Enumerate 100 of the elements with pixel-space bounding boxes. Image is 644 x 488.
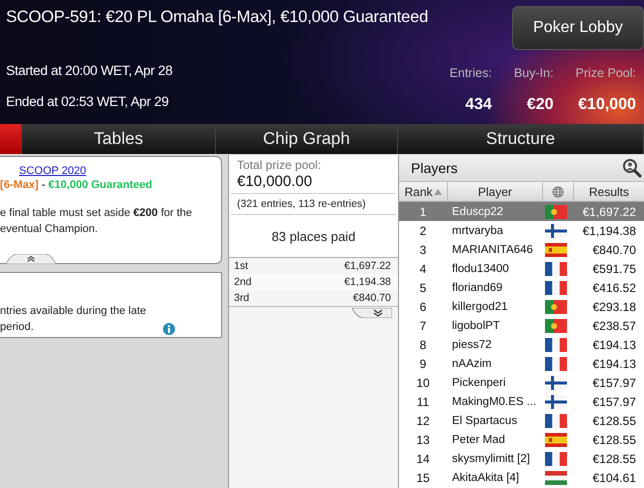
rank-cell-text: 8 <box>418 338 428 352</box>
tab[interactable]: Chip Graph <box>216 124 398 154</box>
flag-icon <box>545 280 567 294</box>
stat-label: Buy-In: <box>514 66 554 80</box>
end-time: Ended at 02:53 WET, Apr 29 <box>6 94 170 109</box>
result-cell-text: €157.97 <box>592 394 637 408</box>
start-time: Started at 20:00 WET, Apr 28 <box>6 63 174 78</box>
info-text: e final table must set aside €200 for the eventual Champion. <box>0 206 194 237</box>
flag-icon <box>545 338 567 352</box>
prize-pool-label: Total prize pool: <box>237 158 322 172</box>
player-name: Pickenperi <box>451 376 507 388</box>
player-name: flodu13400 <box>451 262 510 274</box>
player-row[interactable]: 12 El Spartacus €128.55 <box>399 411 644 430</box>
rank-cell-text: 7 <box>418 318 428 332</box>
player-name: nAAzim <box>451 358 493 370</box>
player-row[interactable]: 7 ligobolPT €238.57 <box>399 316 644 335</box>
prize-amount: €1,194.38 <box>344 276 391 288</box>
player-row[interactable]: 6 killergod21 €293.18 <box>399 297 644 316</box>
player-name: Peter Mad <box>451 434 506 446</box>
result-cell-text: €128.55 <box>592 432 637 446</box>
flag-icon <box>545 300 567 314</box>
player-row[interactable]: 9 nAAzim €194.13 <box>399 354 644 373</box>
prize-amount: €1,697.22 <box>344 260 391 272</box>
result-cell-text: €238.57 <box>592 318 637 332</box>
rank-cell-text: 10 <box>415 376 431 390</box>
search-icon[interactable] <box>622 158 642 178</box>
reentry-text: ntries available during the late period. <box>0 304 148 335</box>
flag-icon <box>545 318 567 332</box>
result-cell-text: €194.13 <box>592 356 637 370</box>
flag-icon <box>545 356 567 370</box>
flag-icon <box>545 204 567 218</box>
places-paid: 83 places paid <box>272 228 356 244</box>
tournament-subtitle: [6-Max] - €10,000 Guaranteed <box>0 179 154 191</box>
tab[interactable]: Structure <box>398 124 644 154</box>
flag-icon <box>545 224 567 238</box>
player-name: skysmylimitt [2] <box>451 452 531 464</box>
rank-cell-text: 13 <box>415 432 431 446</box>
stat-value: €10,000 <box>578 96 636 114</box>
result-cell-text: €194.13 <box>592 338 637 352</box>
player-name: killergod21 <box>451 300 509 312</box>
player-name: AkitaAkita [4] <box>451 472 520 484</box>
result-cell-text: €1,697.22 <box>582 204 637 218</box>
tournament-title: SCOOP-591: €20 PL Omaha [6-Max], €10,000 Guaranteed <box>6 8 428 27</box>
player-name: floriand69 <box>451 282 504 294</box>
entries-count: (321 entries, 113 re-entries) <box>231 194 396 215</box>
result-cell-text: €157.97 <box>592 376 637 390</box>
info-icon[interactable] <box>163 323 175 335</box>
player-row[interactable]: 13 Peter Mad €128.55 <box>399 430 644 449</box>
player-row[interactable]: 3 MARIANITA646 €840.70 <box>399 240 644 259</box>
column-header[interactable]: Results <box>574 182 644 201</box>
series-link[interactable]: SCOOP 2020 <box>19 165 86 177</box>
column-header[interactable]: Player <box>448 182 543 201</box>
prize-place: 1st <box>234 260 248 272</box>
rank-cell-text: 2 <box>418 224 428 238</box>
flag-icon <box>545 452 567 466</box>
flag-icon <box>545 262 567 276</box>
player-row[interactable]: 4 flodu13400 €591.75 <box>399 259 644 278</box>
flag-icon <box>545 432 567 446</box>
rank-cell-text: 4 <box>418 262 428 276</box>
player-row[interactable]: 14 skysmylimitt [2] €128.55 <box>399 449 644 468</box>
result-cell-text: €840.70 <box>592 242 637 256</box>
result-cell-text: €128.55 <box>592 414 637 428</box>
rank-cell-text: 11 <box>416 394 430 408</box>
rank-cell-text: 5 <box>418 280 428 294</box>
flag-icon <box>545 376 567 390</box>
prize-amount: €840.70 <box>353 292 391 304</box>
player-row[interactable]: 8 piess72 €194.13 <box>399 335 644 354</box>
player-name: Eduscp22 <box>451 206 504 218</box>
poker-lobby-button[interactable]: Poker Lobby <box>512 6 644 50</box>
rank-cell-text: 6 <box>418 300 428 314</box>
result-cell-text: €293.18 <box>592 300 637 314</box>
player-row[interactable]: 11 MakingM0.ES ... €157.97 <box>399 392 644 411</box>
rank-cell-text: 14 <box>415 452 431 466</box>
player-row[interactable]: 5 floriand69 €416.52 <box>399 278 644 297</box>
player-row[interactable]: 15 AkitaAkita [4] €104.61 <box>399 468 644 487</box>
player-row[interactable]: 1 Eduscp22 €1,697.22 <box>399 202 644 221</box>
flag-icon <box>545 470 567 484</box>
flag-icon <box>545 242 567 256</box>
stat-value: 434 <box>465 96 492 114</box>
column-header[interactable]: Rank <box>399 182 448 201</box>
result-cell-text: €416.52 <box>592 280 637 294</box>
player-name: ligobolPT <box>451 320 501 332</box>
rank-cell-text: 15 <box>415 470 431 484</box>
rank-cell-text: 9 <box>418 356 428 370</box>
expand-tab-icon[interactable] <box>352 308 392 318</box>
flag-icon <box>545 394 567 408</box>
player-name: MakingM0.ES ... <box>451 396 538 408</box>
rank-cell-text: 3 <box>418 242 428 256</box>
prize-pool-total: €10,000.00 <box>237 173 314 190</box>
result-cell-text: €1,194.38 <box>582 224 637 238</box>
tab[interactable]: Tables <box>22 124 216 154</box>
result-cell-text: €591.75 <box>592 262 637 276</box>
result-cell-text: €128.55 <box>592 452 637 466</box>
player-row[interactable]: 2 mrtvaryba €1,194.38 <box>399 221 644 240</box>
player-name: El Spartacus <box>451 414 518 426</box>
player-row[interactable]: 10 Pickenperi €157.97 <box>399 373 644 392</box>
rank-cell-text: 1 <box>418 204 428 218</box>
players-title: Players <box>411 160 458 176</box>
stat-label: Entries: <box>450 66 492 80</box>
globe-icon <box>552 186 564 198</box>
